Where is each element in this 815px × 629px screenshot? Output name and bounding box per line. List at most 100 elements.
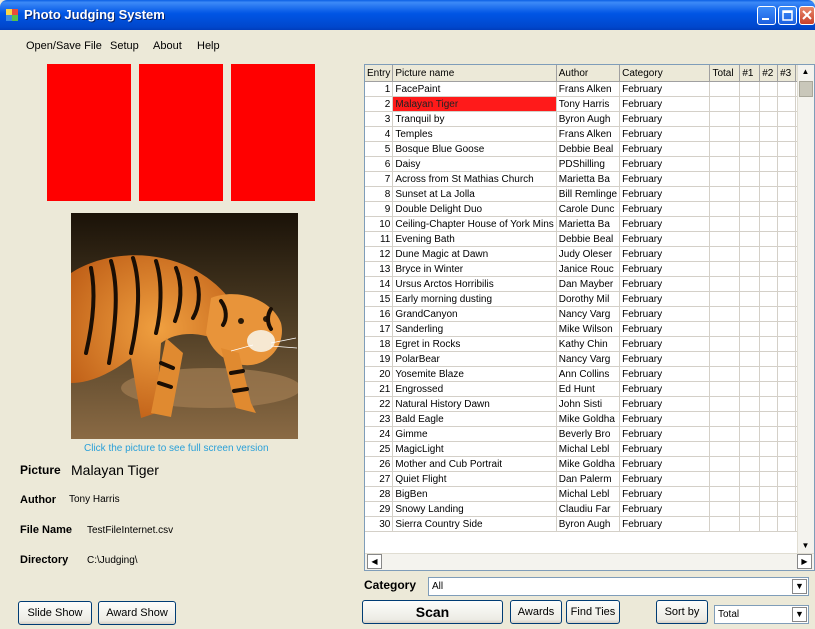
category-cell[interactable]: February (619, 291, 711, 307)
author-cell[interactable]: Claudiu Far (556, 501, 621, 517)
picture-name-cell[interactable]: Egret in Rocks (392, 336, 557, 352)
score-cell[interactable] (777, 426, 797, 442)
score-cell[interactable] (709, 141, 741, 157)
score-cell[interactable] (759, 411, 779, 427)
picture-name-cell[interactable]: Engrossed (392, 381, 557, 397)
category-cell[interactable]: February (619, 246, 711, 262)
score-cell[interactable] (759, 186, 779, 202)
score-cell[interactable] (759, 291, 779, 307)
score-cell[interactable] (709, 306, 741, 322)
slide-show-button[interactable]: Slide Show (18, 601, 92, 625)
entry-cell[interactable]: 14 (365, 276, 394, 292)
table-row[interactable]: 16 GrandCanyon Nancy Varg February (365, 306, 814, 322)
author-cell[interactable]: Dan Mayber (556, 276, 621, 292)
score-cell[interactable] (739, 336, 761, 352)
table-row[interactable]: 23 Bald Eagle Mike Goldha February (365, 411, 814, 427)
author-cell[interactable]: Dan Palerm (556, 471, 621, 487)
author-cell[interactable]: Ed Hunt (556, 381, 621, 397)
author-cell[interactable]: Debbie Beal (556, 141, 621, 157)
score-cell[interactable] (739, 411, 761, 427)
table-row[interactable]: 25 MagicLight Michal Lebl February (365, 441, 814, 457)
category-cell[interactable]: February (619, 516, 711, 532)
category-cell[interactable]: February (619, 156, 711, 172)
picture-name-cell[interactable]: Snowy Landing (392, 501, 557, 517)
score-cell[interactable] (739, 261, 761, 277)
author-cell[interactable]: Kathy Chin (556, 336, 621, 352)
find-ties-button[interactable]: Find Ties (566, 600, 620, 624)
menu-open-save-file[interactable]: Open/Save File (26, 40, 102, 52)
picture-name-cell[interactable]: Gimme (392, 426, 557, 442)
score-cell[interactable] (759, 426, 779, 442)
picture-name-cell[interactable]: GrandCanyon (392, 306, 557, 322)
table-row[interactable]: 18 Egret in Rocks Kathy Chin February (365, 336, 814, 352)
table-row[interactable]: 3 Tranquil by Byron Augh February (365, 111, 814, 127)
score-cell[interactable] (777, 366, 797, 382)
entry-cell[interactable]: 25 (365, 441, 394, 457)
menu-setup[interactable]: Setup (110, 40, 139, 52)
entry-cell[interactable]: 21 (365, 381, 394, 397)
awards-button[interactable]: Awards (510, 600, 562, 624)
score-cell[interactable] (777, 261, 797, 277)
author-cell[interactable]: Marietta Ba (556, 171, 621, 187)
score-cell[interactable] (709, 246, 741, 262)
score-cell[interactable] (709, 96, 741, 112)
table-row[interactable]: 13 Bryce in Winter Janice Rouc February (365, 261, 814, 277)
category-cell[interactable]: February (619, 426, 711, 442)
score-cell[interactable] (709, 276, 741, 292)
entry-cell[interactable]: 15 (365, 291, 394, 307)
author-cell[interactable]: Bill Remlinge (556, 186, 621, 202)
score-cell[interactable] (709, 126, 741, 142)
score-cell[interactable] (739, 501, 761, 517)
scroll-right-button[interactable]: ▶ (797, 554, 812, 569)
score-cell[interactable] (739, 171, 761, 187)
picture-name-cell[interactable]: Sierra Country Side (392, 516, 557, 532)
score-cell[interactable] (739, 351, 761, 367)
sort-select[interactable]: Total ▼ (714, 605, 809, 624)
score-cell[interactable] (739, 396, 761, 412)
author-cell[interactable]: Carole Dunc (556, 201, 621, 217)
entry-cell[interactable]: 4 (365, 126, 394, 142)
thumbnail-1[interactable] (47, 64, 131, 201)
author-cell[interactable]: Frans Alken (556, 126, 621, 142)
score-cell[interactable] (759, 336, 779, 352)
entry-cell[interactable]: 12 (365, 246, 394, 262)
table-row[interactable]: 17 Sanderling Mike Wilson February (365, 321, 814, 337)
score-cell[interactable] (759, 321, 779, 337)
category-cell[interactable]: February (619, 501, 711, 517)
score-cell[interactable] (739, 456, 761, 472)
score-cell[interactable] (739, 96, 761, 112)
score-cell[interactable] (777, 186, 797, 202)
score-cell[interactable] (739, 321, 761, 337)
entry-cell[interactable]: 22 (365, 396, 394, 412)
sort-by-button[interactable]: Sort by (656, 600, 708, 624)
table-row[interactable]: 30 Sierra Country Side Byron Augh February (365, 516, 814, 532)
category-cell[interactable]: February (619, 276, 711, 292)
entry-cell[interactable]: 17 (365, 321, 394, 337)
score-cell[interactable] (777, 81, 797, 97)
category-cell[interactable]: February (619, 351, 711, 367)
score-cell[interactable] (759, 381, 779, 397)
score-cell[interactable] (777, 411, 797, 427)
score-cell[interactable] (709, 156, 741, 172)
score-cell[interactable] (759, 441, 779, 457)
thumbnail-3[interactable] (231, 64, 315, 201)
table-row[interactable]: 7 Across from St Mathias Church Marietta B… (365, 171, 814, 187)
score-cell[interactable] (709, 441, 741, 457)
score-cell[interactable] (777, 351, 797, 367)
vertical-scroll-thumb[interactable] (799, 81, 813, 97)
score-cell[interactable] (777, 321, 797, 337)
score-cell[interactable] (739, 126, 761, 142)
table-row[interactable]: 20 Yosemite Blaze Ann Collins February (365, 366, 814, 382)
entry-cell[interactable]: 7 (365, 171, 394, 187)
author-cell[interactable]: John Sisti (556, 396, 621, 412)
table-row[interactable]: 12 Dune Magic at Dawn Judy Oleser February (365, 246, 814, 262)
scan-button[interactable]: Scan (362, 600, 503, 624)
entry-cell[interactable]: 20 (365, 366, 394, 382)
score-cell[interactable] (709, 396, 741, 412)
scroll-left-button[interactable]: ◀ (367, 554, 382, 569)
score-cell[interactable] (739, 471, 761, 487)
score-cell[interactable] (777, 501, 797, 517)
minimize-button[interactable] (757, 6, 776, 25)
score-cell[interactable] (777, 111, 797, 127)
category-cell[interactable]: February (619, 486, 711, 502)
